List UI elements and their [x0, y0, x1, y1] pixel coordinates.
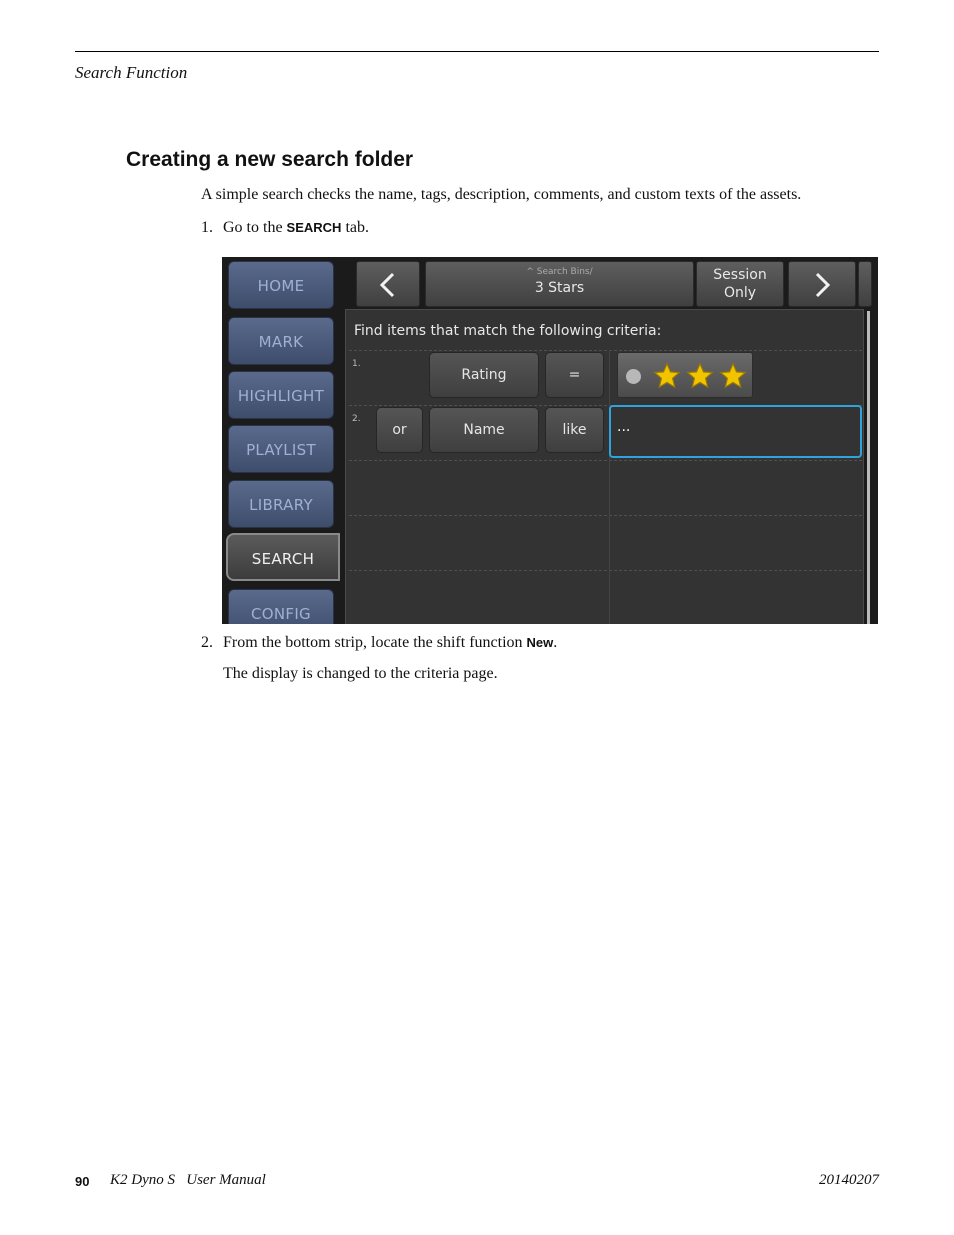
session-label-line2: Only — [723, 285, 757, 301]
operator-equals-button[interactable]: = — [545, 352, 604, 398]
intro-paragraph: A simple search checks the name, tags, d… — [201, 186, 802, 203]
operator-like-button[interactable]: like — [545, 407, 604, 453]
name-value-input[interactable]: ... — [609, 405, 862, 458]
star-icon — [686, 362, 714, 389]
step-1: 1. Go to the SEARCH tab. — [201, 219, 369, 237]
step-number: 2. — [201, 634, 213, 651]
scroll-strip — [858, 261, 872, 307]
chevron-right-icon — [815, 272, 831, 298]
search-screenshot: HOME MARK HIGHLIGHT PLAYLIST LIBRARY SEA… — [222, 257, 878, 624]
step-text: . — [553, 634, 558, 651]
row-number: 1. — [352, 359, 361, 369]
criteria-panel: Find items that match the following crit… — [345, 309, 864, 624]
star-icon — [653, 362, 681, 389]
conjunction-or-button[interactable]: or — [376, 407, 423, 453]
section-heading: Creating a new search folder — [126, 148, 414, 171]
star-icon — [719, 362, 747, 389]
row-divider — [349, 570, 862, 571]
row-number: 2. — [352, 414, 361, 424]
document-date: 20140207 — [819, 1172, 879, 1188]
row-divider — [349, 350, 862, 351]
step-2: 2. From the bottom strip, locate the shif… — [201, 634, 557, 652]
panel-scrollbar[interactable] — [867, 311, 870, 624]
tab-playlist[interactable]: PLAYLIST — [228, 425, 334, 473]
session-only-button[interactable]: Session Only — [696, 261, 784, 307]
no-rating-dot-icon — [626, 369, 641, 384]
row-divider — [349, 460, 862, 461]
back-button[interactable] — [356, 261, 420, 307]
step-text: From the bottom strip, locate the shift … — [223, 634, 527, 651]
rating-value-button[interactable] — [617, 352, 753, 398]
forward-button[interactable] — [788, 261, 856, 307]
tab-search[interactable]: SEARCH — [226, 533, 340, 581]
tab-config[interactable]: CONFIG — [228, 589, 334, 624]
criteria-title: Find items that match the following crit… — [354, 323, 662, 339]
row-divider — [349, 515, 862, 516]
session-label-line1: Session — [713, 267, 767, 283]
chevron-left-icon — [379, 272, 395, 298]
column-divider — [609, 350, 610, 624]
field-name-button[interactable]: Name — [429, 407, 539, 453]
field-rating-button[interactable]: Rating — [429, 352, 539, 398]
breadcrumb: ^ Search Bins/ — [526, 267, 593, 277]
ui-keyword: SEARCH — [286, 220, 342, 235]
step-text: tab. — [341, 219, 369, 236]
page-number: 90 — [75, 1174, 90, 1189]
tab-library[interactable]: LIBRARY — [228, 480, 334, 528]
running-head: Search Function — [75, 63, 188, 82]
tab-home[interactable]: HOME — [228, 261, 334, 309]
breadcrumb-bar[interactable]: ^ Search Bins/ 3 Stars — [425, 261, 694, 307]
header-rule — [75, 51, 879, 52]
current-folder: 3 Stars — [534, 280, 585, 296]
tab-highlight[interactable]: HIGHLIGHT — [228, 371, 334, 419]
ui-keyword: New — [526, 635, 554, 650]
document-title: K2 Dyno S User Manual — [110, 1172, 266, 1188]
step-text: Go to the — [223, 219, 287, 236]
step-number: 1. — [201, 219, 213, 236]
result-paragraph: The display is changed to the criteria p… — [223, 665, 498, 682]
tab-mark[interactable]: MARK — [228, 317, 334, 365]
